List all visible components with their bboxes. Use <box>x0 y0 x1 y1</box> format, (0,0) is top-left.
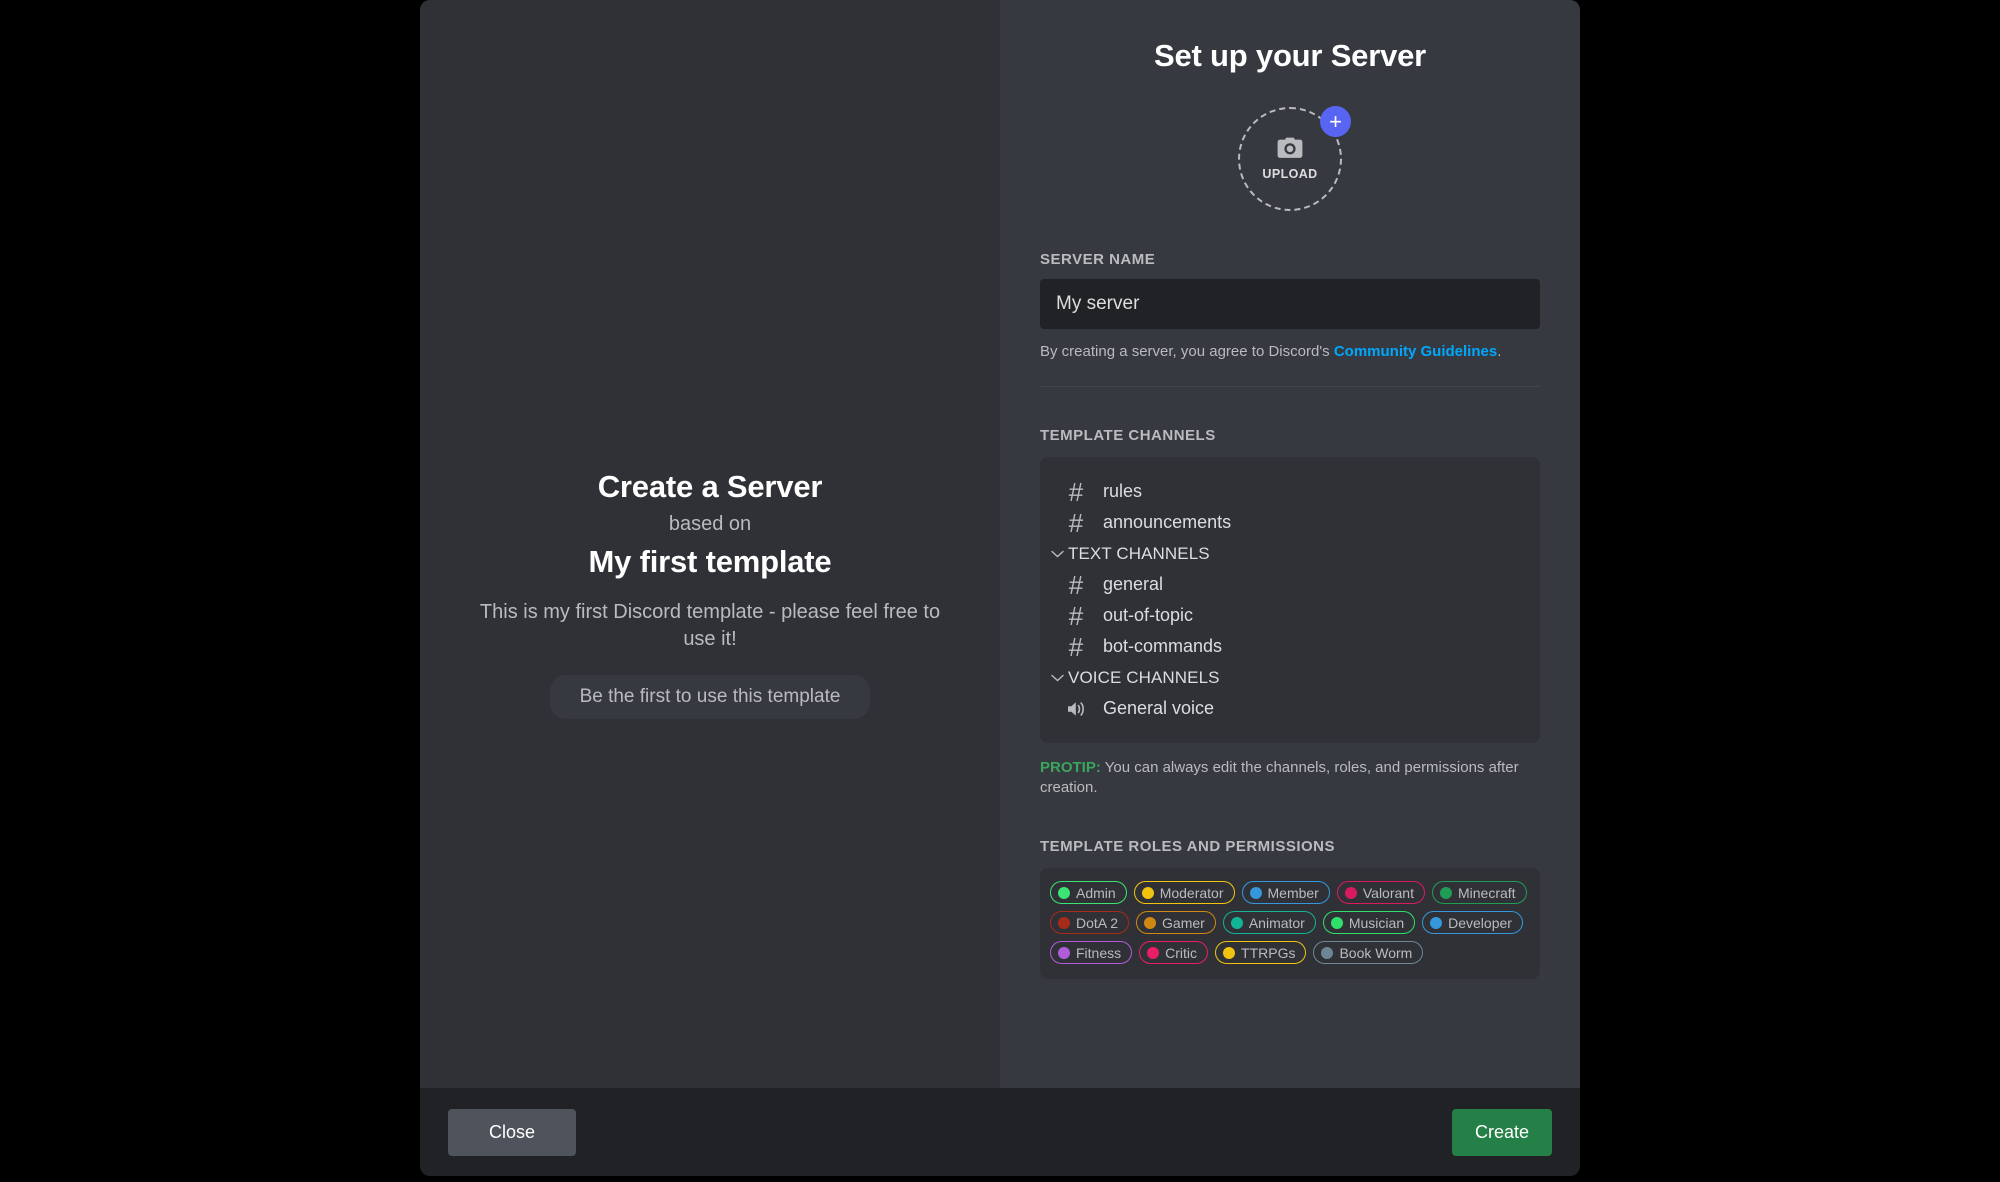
speaker-icon <box>1065 700 1087 718</box>
channel-name: rules <box>1103 481 1143 501</box>
role-color-dot <box>1058 946 1070 959</box>
section-divider <box>1040 386 1540 387</box>
role-color-dot <box>1330 916 1343 929</box>
hash-icon: # <box>1068 507 1084 538</box>
upload-label: UPLOAD <box>1262 167 1318 181</box>
modal-footer: Close Create <box>420 1088 1580 1176</box>
role-pill[interactable]: Animator <box>1222 911 1316 934</box>
channel-row[interactable]: # announcements <box>1040 507 1540 538</box>
role-label: TTRPGs <box>1241 944 1296 961</box>
role-label: DotA 2 <box>1076 914 1119 931</box>
role-pill[interactable]: Fitness <box>1050 941 1133 964</box>
role-pill[interactable]: Critic <box>1139 941 1209 964</box>
server-name-label: SERVER NAME <box>1040 251 1156 268</box>
template-info: Create a Server based on My first templa… <box>420 468 1000 719</box>
template-name: My first template <box>588 544 832 579</box>
role-label: Admin <box>1076 884 1116 901</box>
role-color-dot <box>1147 946 1160 959</box>
channel-category-label: VOICE CHANNELS <box>1068 667 1220 687</box>
community-guidelines-link[interactable]: Community Guidelines <box>1334 343 1497 360</box>
role-pill[interactable]: Valorant <box>1336 881 1425 904</box>
role-label: Valorant <box>1362 884 1414 901</box>
channel-category[interactable]: VOICE CHANNELS <box>1040 662 1540 693</box>
template-preview-panel: Create a Server based on My first templa… <box>420 0 1000 1088</box>
role-color-dot <box>1430 916 1443 929</box>
role-label: Animator <box>1248 914 1305 931</box>
template-roles-list: Admin Moderator Member Valorant Minecraft Dot… <box>1040 868 1540 979</box>
channel-name: out-of-topic <box>1103 605 1194 625</box>
channel-name: bot-commands <box>1103 636 1223 656</box>
channel-name: General voice <box>1103 698 1215 718</box>
template-roles-label: TEMPLATE ROLES AND PERMISSIONS <box>1040 838 1336 855</box>
guidelines-suffix: . <box>1497 343 1502 360</box>
role-color-dot <box>1141 886 1154 899</box>
role-color-dot <box>1223 946 1236 959</box>
create-button[interactable]: Create <box>1452 1108 1552 1156</box>
protip-keyword: PROTIP: <box>1040 759 1101 776</box>
channel-name: announcements <box>1103 512 1232 532</box>
hash-icon: # <box>1068 600 1084 631</box>
role-pill[interactable]: TTRPGs <box>1215 941 1307 964</box>
role-label: Fitness <box>1076 944 1122 961</box>
template-channels-list: # rules # announcements TEXT CHANNELS # genera… <box>1040 457 1540 743</box>
role-pill[interactable]: Member <box>1241 881 1330 904</box>
role-pill[interactable]: Admin <box>1050 881 1127 904</box>
protip-body: You can always edit the channels, roles,… <box>1040 759 1519 796</box>
role-pill[interactable]: Moderator <box>1133 881 1235 904</box>
role-color-dot <box>1249 886 1262 899</box>
role-label: Critic <box>1165 944 1198 961</box>
channel-name: general <box>1103 574 1164 594</box>
create-server-modal: Create a Server based on My first templa… <box>420 0 1580 1176</box>
channel-category-label: TEXT CHANNELS <box>1068 543 1210 563</box>
channel-row[interactable]: # general <box>1040 569 1540 600</box>
role-color-dot <box>1230 916 1243 929</box>
role-color-dot <box>1344 886 1357 899</box>
role-label: Member <box>1267 884 1319 901</box>
role-label: Moderator <box>1159 884 1224 901</box>
channel-row[interactable]: General voice <box>1040 693 1540 724</box>
modal-body: Create a Server based on My first templa… <box>420 0 1580 1088</box>
chevron-down-icon <box>1048 550 1066 558</box>
protip-text: PROTIP: You can always edit the channels… <box>1040 758 1540 798</box>
based-on-label: based on <box>668 513 752 535</box>
create-server-heading: Create a Server <box>597 469 823 504</box>
channel-row[interactable]: # bot-commands <box>1040 631 1540 662</box>
role-label: Book Worm <box>1339 944 1413 961</box>
chevron-down-icon <box>1048 674 1066 682</box>
template-usage-badge: Be the first to use this template <box>549 675 871 719</box>
server-icon-uploader[interactable]: UPLOAD + <box>1238 106 1351 211</box>
hash-icon: # <box>1068 569 1084 600</box>
role-pill[interactable]: Developer <box>1422 911 1523 934</box>
channel-row[interactable]: # out-of-topic <box>1040 600 1540 631</box>
role-pill[interactable]: Minecraft <box>1431 881 1527 904</box>
role-pill[interactable]: Book Worm <box>1313 941 1424 964</box>
hash-icon: # <box>1068 631 1084 662</box>
server-setup-panel: Set up your Server UPLOAD + SERVER NAME <box>1000 0 1580 1088</box>
add-icon[interactable]: + <box>1320 106 1351 137</box>
template-description: This is my first Discord template - plea… <box>479 601 941 650</box>
role-color-dot <box>1058 886 1070 899</box>
role-color-dot <box>1321 946 1334 959</box>
template-channels-label: TEMPLATE CHANNELS <box>1040 427 1216 444</box>
role-color-dot <box>1058 916 1070 929</box>
guidelines-prefix: By creating a server, you agree to Disco… <box>1040 343 1334 360</box>
page-title: Set up your Server <box>1153 38 1427 73</box>
role-color-dot <box>1439 886 1452 899</box>
role-label: Minecraft <box>1457 884 1516 901</box>
channel-row[interactable]: # rules <box>1040 476 1540 507</box>
role-label: Musician <box>1348 914 1405 931</box>
server-name-input[interactable] <box>1040 279 1540 329</box>
hash-icon: # <box>1068 476 1084 507</box>
role-pill[interactable]: Musician <box>1322 911 1416 934</box>
channel-category[interactable]: TEXT CHANNELS <box>1040 538 1540 569</box>
role-color-dot <box>1144 916 1157 929</box>
community-guidelines-text: By creating a server, you agree to Disco… <box>1040 342 1540 362</box>
role-pill[interactable]: DotA 2 <box>1050 911 1130 934</box>
camera-icon <box>1277 137 1303 164</box>
role-pill[interactable]: Gamer <box>1136 911 1216 934</box>
role-label: Gamer <box>1162 914 1205 931</box>
role-label: Developer <box>1448 914 1512 931</box>
close-button[interactable]: Close <box>448 1108 576 1156</box>
